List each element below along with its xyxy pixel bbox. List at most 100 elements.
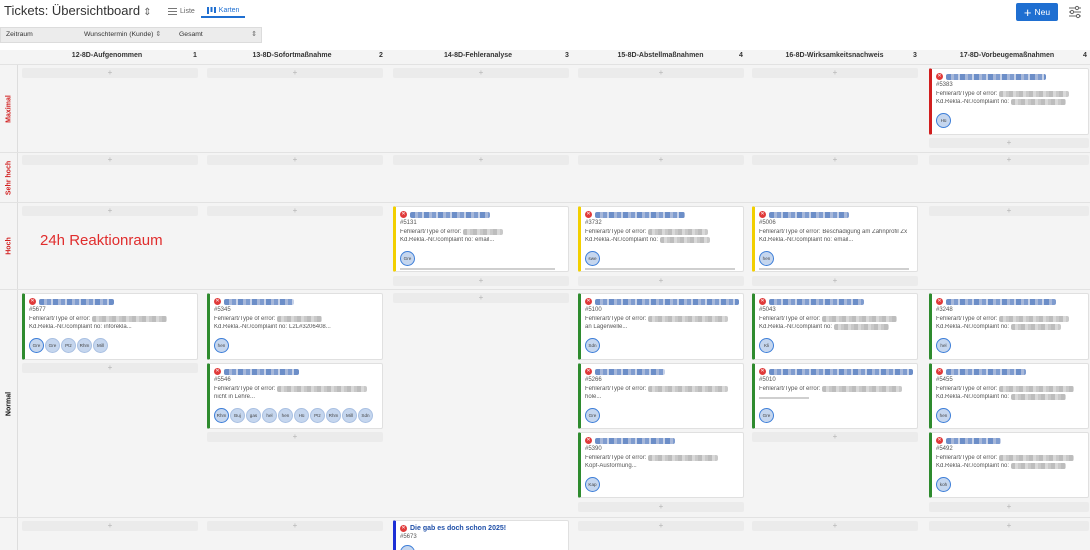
complaint-label: Kd.Rekla.-Nr./complaint no: <box>936 463 1010 469</box>
sort-filter[interactable]: Wunschtermin (Kunde) ⇕ <box>84 28 161 42</box>
sort-toggle-icon[interactable]: ⇕ <box>143 7 151 18</box>
avatar[interactable]: Kli <box>759 338 774 353</box>
ticket-card[interactable]: ✕ #3732 Fehlerart/Type of error: Kd.Rekl… <box>578 206 744 272</box>
avatar[interactable]: Hü <box>294 408 309 423</box>
add-card-slot[interactable]: + <box>578 68 744 78</box>
add-card-slot[interactable]: + <box>207 68 383 78</box>
add-card-slot[interactable]: + <box>752 521 918 531</box>
avatar[interactable]: Ptz <box>61 338 76 353</box>
ticket-card[interactable]: ✕ #5383 Fehlerart/Type of error: Kd.Rekl… <box>929 68 1089 135</box>
add-card-slot[interactable]: + <box>393 276 569 286</box>
ticket-card[interactable]: ✕ #5010 Fehlerart/Type of error: Gre <box>752 363 918 429</box>
priority-row-sehr-hoch: Sehr hoch <box>0 153 18 202</box>
add-card-slot[interactable]: + <box>393 155 569 165</box>
time-range-filter[interactable]: Zeitraum <box>6 28 33 42</box>
ticket-card[interactable]: ✕ #5100 Fehlerart/Type of error: an Lage… <box>578 293 744 360</box>
add-card-slot[interactable]: + <box>578 502 744 512</box>
add-card-slot[interactable]: + <box>578 276 744 286</box>
add-card-slot[interactable]: + <box>207 432 383 442</box>
add-card-slot[interactable]: + <box>22 155 198 165</box>
avatar[interactable]: Rhm <box>77 338 92 353</box>
add-card-slot[interactable]: + <box>578 155 744 165</box>
redacted-title <box>595 437 675 444</box>
add-card-slot[interactable]: + <box>207 206 383 216</box>
ticket-card[interactable]: ✕ #5492 Fehlerart/Type of error: Kd.Rekl… <box>929 432 1089 498</box>
scope-filter[interactable]: Gesamt ⇕ <box>179 28 259 42</box>
scope-select-icon: ⇕ <box>251 31 257 38</box>
avatar[interactable]: hen <box>214 338 229 353</box>
complaint-label: Kd.Rekla.-Nr./complaint no: <box>759 324 833 330</box>
avatar[interactable]: koh <box>936 477 951 492</box>
avatar[interactable]: hel <box>262 408 277 423</box>
avatar[interactable]: Rhm <box>326 408 341 423</box>
ticket-id: #5131 <box>400 220 417 226</box>
avatar[interactable]: hel <box>936 338 951 353</box>
avatar[interactable]: Gre <box>45 338 60 353</box>
tab-list-view[interactable]: Liste <box>162 4 201 18</box>
add-card-slot[interactable]: + <box>929 502 1089 512</box>
add-card-slot[interactable]: + <box>207 155 383 165</box>
add-card-slot[interactable]: + <box>752 68 918 78</box>
avatar[interactable]: Sdn <box>585 338 600 353</box>
ticket-title: ✕ <box>936 72 1084 81</box>
avatar[interactable]: Buj <box>230 408 245 423</box>
add-card-slot[interactable]: + <box>752 276 918 286</box>
ticket-card[interactable]: ✕ #5006 Fehlerart/Type of error: Beschädi… <box>752 206 918 272</box>
add-card-slot[interactable]: + <box>393 293 569 303</box>
avatar[interactable]: Ptz <box>310 408 325 423</box>
filter-settings-icon[interactable] <box>1068 5 1082 19</box>
ticket-card[interactable]: ✕ #5677 Fehlerart/Type of error: Kd.Rekl… <box>22 293 198 360</box>
add-card-slot[interactable]: + <box>929 206 1089 216</box>
avatar[interactable]: Sdn <box>358 408 373 423</box>
avatar[interactable]: Hü <box>936 113 951 128</box>
avatar[interactable]: Gre <box>759 408 774 423</box>
avatar[interactable]: hen <box>278 408 293 423</box>
avatar[interactable]: Gre <box>400 251 415 266</box>
add-card-slot[interactable]: + <box>929 521 1089 531</box>
board-title[interactable]: Tickets: Übersichtboard ⇕ <box>4 3 151 18</box>
avatar[interactable] <box>400 545 415 550</box>
add-card-slot[interactable]: + <box>752 155 918 165</box>
add-card-slot[interactable]: + <box>22 206 198 216</box>
avatar[interactable]: Gre <box>585 408 600 423</box>
ticket-card[interactable]: ✕ #5546 Fehlerart/Type of error: nicht i… <box>207 363 383 429</box>
ticket-card[interactable]: ✕ #5266 Fehlerart/Type of error: hole...… <box>578 363 744 429</box>
ticket-card[interactable]: ✕ Die gab es doch schon 2025! #5673 <box>393 520 569 550</box>
add-card-slot[interactable]: + <box>207 521 383 531</box>
column-count: 4 <box>1083 52 1087 59</box>
avatar[interactable]: Mill <box>93 338 108 353</box>
redacted-value <box>822 316 898 322</box>
ticket-card[interactable]: ✕ #5043 Fehlerart/Type of error: Kd.Rekl… <box>752 293 918 360</box>
add-card-slot[interactable]: + <box>752 432 918 442</box>
add-card-slot[interactable]: + <box>393 68 569 78</box>
add-card-slot[interactable]: + <box>578 521 744 531</box>
sort-select-icon: ⇕ <box>155 31 162 38</box>
ticket-id: #5010 <box>759 377 776 383</box>
avatar[interactable]: Kap <box>585 477 600 492</box>
redacted-value <box>999 316 1070 322</box>
new-ticket-button[interactable]: + Neu <box>1016 3 1058 21</box>
assignee-list: Kli <box>759 338 774 353</box>
ticket-id: #3732 <box>585 220 602 226</box>
ticket-card[interactable]: ✕ #5131 Fehlerart/Type of error: Kd.Rekl… <box>393 206 569 272</box>
tab-cards-view[interactable]: Karten <box>200 4 246 18</box>
avatar[interactable]: hen <box>759 251 774 266</box>
error-type-line: Fehlerart/Type of error: <box>936 386 1084 392</box>
add-card-slot[interactable]: + <box>929 155 1089 165</box>
ticket-card[interactable]: ✕ #5390 Fehlerart/Type of error: Kopf-Au… <box>578 432 744 498</box>
add-card-slot[interactable]: + <box>929 138 1089 148</box>
ticket-card[interactable]: ✕ #5455 Fehlerart/Type of error: Kd.Rekl… <box>929 363 1089 429</box>
ticket-card[interactable]: ✕ #5345 Fehlerart/Type of error: Kd.Rekl… <box>207 293 383 360</box>
avatar[interactable]: Rhm <box>214 408 229 423</box>
ticket-icon: ✕ <box>585 298 592 305</box>
assignee-list: hen <box>936 408 951 423</box>
avatar[interactable]: Gre <box>29 338 44 353</box>
avatar[interactable]: hen <box>936 408 951 423</box>
avatar[interactable]: swe <box>585 251 600 266</box>
add-card-slot[interactable]: + <box>22 68 198 78</box>
avatar[interactable]: Mill <box>342 408 357 423</box>
add-card-slot[interactable]: + <box>22 521 198 531</box>
avatar[interactable]: gas <box>246 408 261 423</box>
add-card-slot[interactable]: + <box>22 363 198 373</box>
ticket-card[interactable]: ✕ #3248 Fehlerart/Type of error: Kd.Rekl… <box>929 293 1089 360</box>
